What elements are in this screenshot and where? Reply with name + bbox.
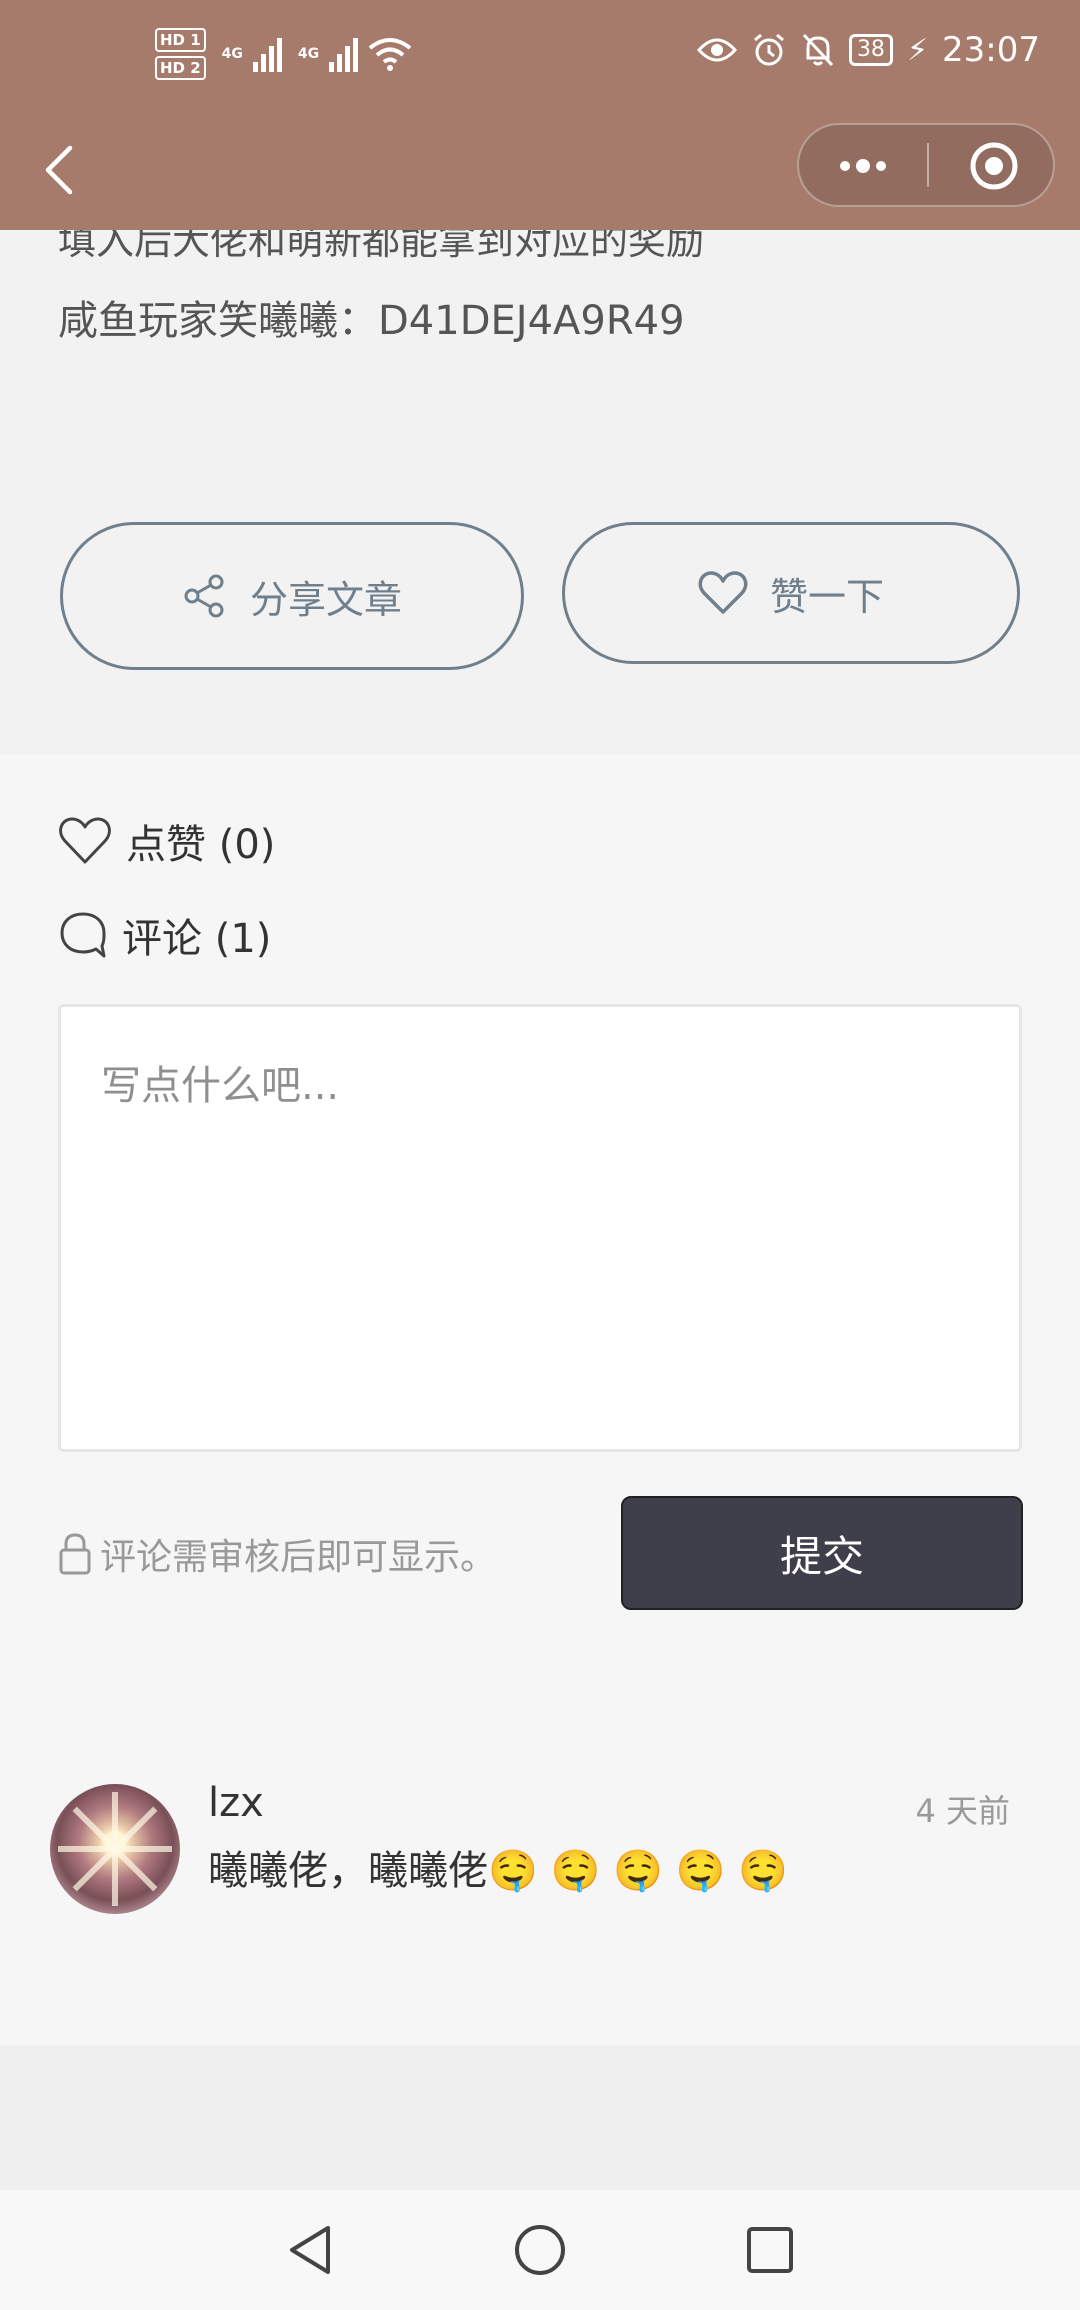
network-type-2: 4G: [297, 46, 320, 62]
top-header: HD 1 HD 2 4G 4G 38 ⚡ 23:07: [0, 0, 1080, 230]
battery-level: 38: [848, 34, 893, 66]
likes-count-label: 点赞 (0): [126, 822, 276, 868]
review-notice: 评论需审核后即可显示。: [58, 1528, 496, 1580]
status-bar: HD 1 HD 2 4G 4G 38 ⚡ 23:07: [0, 0, 1080, 110]
hd2-badge: HD 2: [155, 56, 206, 80]
like-button[interactable]: 赞一下: [562, 522, 1020, 664]
mute-bell-icon: [802, 33, 834, 67]
miniprogram-close-icon[interactable]: [969, 141, 1019, 191]
back-chevron-icon[interactable]: [40, 140, 80, 200]
likes-count[interactable]: 点赞 (0): [58, 812, 275, 870]
comment-item: lzx 4 天前 曦曦佬，曦曦佬🤤 🤤 🤤 🤤 🤤: [0, 1760, 1080, 1914]
network-type-1: 4G: [221, 46, 243, 62]
comments-count[interactable]: 评论 (1): [58, 906, 271, 964]
review-notice-text: 评论需审核后即可显示。: [100, 1537, 497, 1578]
comment-text: 曦曦佬，曦曦佬🤤 🤤 🤤 🤤 🤤: [208, 1848, 788, 1894]
miniprogram-capsule: [797, 123, 1055, 207]
charging-icon: ⚡: [906, 32, 929, 68]
comment-input[interactable]: [58, 1004, 1022, 1452]
like-label: 赞一下: [769, 574, 884, 619]
signal-icon-2: [329, 36, 359, 72]
signal-icon: [252, 36, 282, 72]
hd1-badge: HD 1: [155, 28, 206, 52]
nav-back-icon[interactable]: [282, 2222, 338, 2278]
submit-label: 提交: [779, 1531, 864, 1581]
alarm-icon: [753, 33, 784, 66]
article-code-line: 咸鱼玩家笑曦曦：D41DEJ4A9R49: [58, 298, 685, 344]
capsule-divider: [927, 143, 929, 187]
heart-icon: [59, 817, 111, 864]
page-bottom-area: [0, 2045, 1080, 2190]
title-bar: [0, 110, 1080, 230]
nav-home-icon[interactable]: [512, 2222, 568, 2278]
comments-count-label: 评论 (1): [122, 916, 272, 962]
share-article-label: 分享文章: [249, 577, 402, 622]
eye-icon: [696, 38, 737, 62]
lock-icon: [59, 1533, 91, 1575]
more-dots-icon[interactable]: [835, 149, 891, 183]
wifi-icon: [368, 38, 412, 71]
clock-time: 23:07: [942, 30, 1040, 70]
nav-recents-icon[interactable]: [742, 2222, 798, 2278]
heart-icon: [698, 571, 748, 614]
system-navigation-bar: [0, 2190, 1080, 2310]
comment-time: 4 天前: [915, 1792, 1010, 1830]
submit-button[interactable]: 提交: [621, 1496, 1023, 1610]
share-icon: [184, 574, 224, 618]
comment-author[interactable]: lzx: [208, 1780, 264, 1826]
avatar[interactable]: [50, 1784, 180, 1914]
share-article-button[interactable]: 分享文章: [60, 522, 524, 670]
comment-bubble-icon: [60, 912, 106, 958]
